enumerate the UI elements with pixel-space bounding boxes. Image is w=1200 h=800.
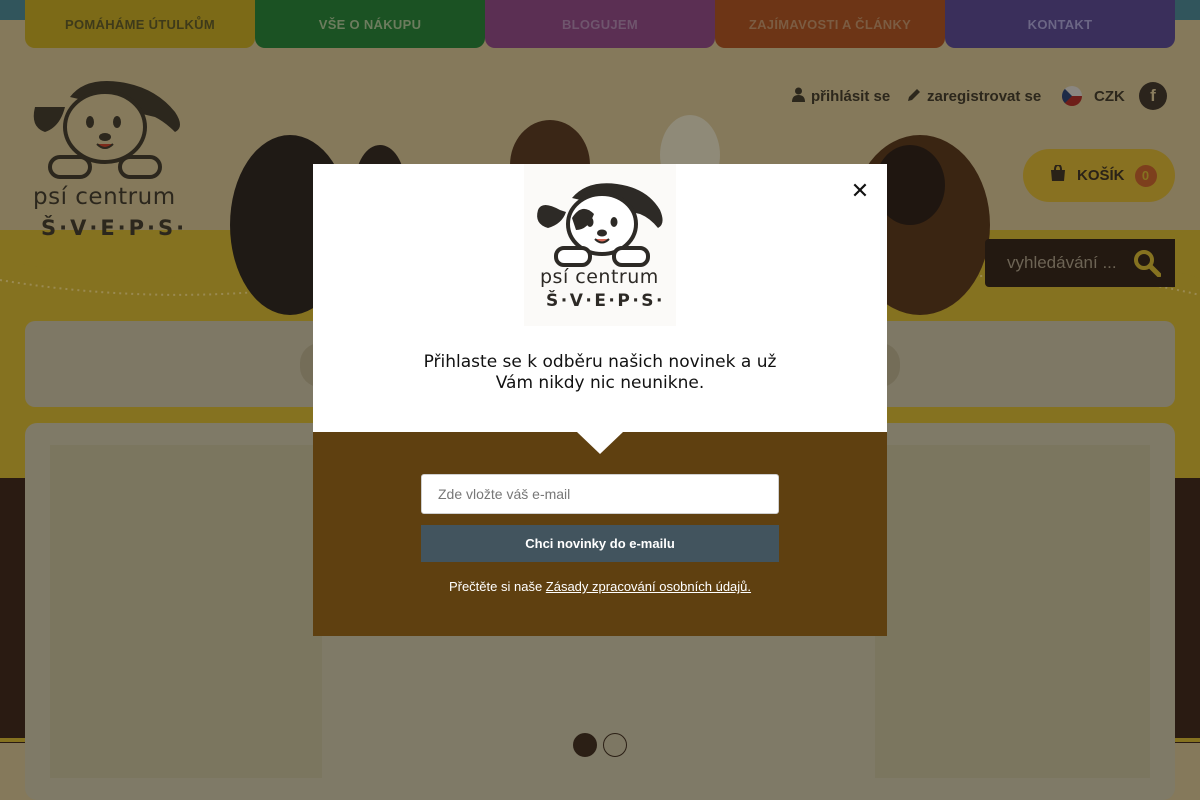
modal-message-line2: Vám nikdy nic neunikne. xyxy=(495,373,705,393)
subscribe-button[interactable]: Chci novinky do e-mailu xyxy=(421,525,779,562)
privacy-prefix: Přečtěte si naše xyxy=(448,579,546,594)
modal-message-line1: Přihlaste se k odběru našich novinek a u… xyxy=(423,352,777,372)
modal-message: Přihlaste se k odběru našich novinek a u… xyxy=(400,352,800,394)
newsletter-modal: psí centrum Š·V·E·P·S· ✕ Přihlaste se k … xyxy=(313,164,887,636)
modal-logo-subtitle: Š·V·E·P·S· xyxy=(546,291,666,311)
email-field[interactable] xyxy=(421,474,779,514)
close-icon[interactable]: ✕ xyxy=(848,179,872,204)
modal-header-area: psí centrum Š·V·E·P·S· ✕ Přihlaste se k … xyxy=(313,164,887,432)
modal-logo: psí centrum Š·V·E·P·S· xyxy=(524,164,676,326)
privacy-notice: Přečtěte si naše Zásady zpracování osobn… xyxy=(313,579,887,594)
modal-logo-name: psí centrum xyxy=(540,266,659,288)
privacy-policy-link[interactable]: Zásady zpracování osobních údajů. xyxy=(546,579,751,594)
notch-arrow xyxy=(577,432,623,454)
dog-logo-icon xyxy=(537,183,663,267)
